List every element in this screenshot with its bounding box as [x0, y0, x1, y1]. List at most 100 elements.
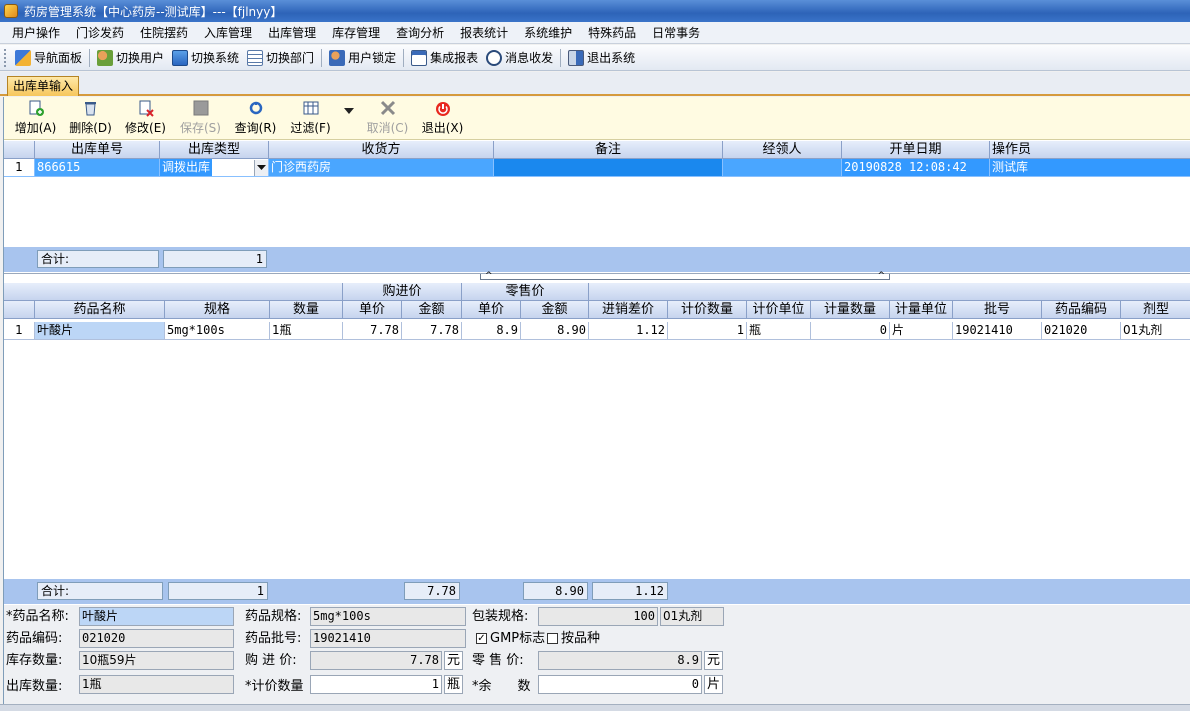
purchase-amount-cell[interactable]: 7.78 [402, 322, 462, 340]
drug-name-field[interactable]: 叶酸片 [79, 607, 234, 626]
column-header[interactable]: 备注 [494, 141, 723, 158]
message-button[interactable]: 消息收发 [482, 47, 557, 69]
column-header[interactable]: 出库单号 [35, 141, 160, 158]
code-field[interactable]: 021020 [79, 629, 234, 648]
exit-system-button[interactable]: 退出系统 [564, 47, 639, 69]
toolbar-grip[interactable] [4, 48, 7, 67]
drug-code-cell[interactable]: 021020 [1042, 322, 1121, 340]
filter-dropdown-button[interactable] [338, 99, 360, 139]
pack-label: 包装规格: [472, 609, 529, 624]
retail-amount-cell[interactable]: 8.90 [521, 322, 589, 340]
purchase-label: 购 进 价: [245, 653, 297, 668]
gmp-checkbox[interactable]: ✓ [476, 633, 487, 644]
operator-cell[interactable]: 测试库 [990, 159, 1190, 177]
column-header[interactable]: 开单日期 [842, 141, 990, 158]
menu-inventory[interactable]: 库存管理 [324, 23, 388, 43]
menu-stock-in[interactable]: 入库管理 [196, 23, 260, 43]
column-header[interactable]: 计量单位 [890, 301, 953, 318]
column-header[interactable]: 操作员 [990, 141, 1190, 158]
column-header[interactable]: 金额 [402, 301, 462, 318]
column-header[interactable]: 收货方 [269, 141, 494, 158]
spec-field[interactable]: 5mg*100s [310, 607, 466, 626]
group-purchase-header: 购进价 [343, 283, 462, 301]
panel-splitter[interactable]: ^ ^ [4, 271, 1190, 281]
column-header[interactable]: 规格 [165, 301, 270, 318]
retail-price-cell[interactable]: 8.9 [462, 322, 521, 340]
price-unit-cell[interactable]: 瓶 [747, 322, 811, 340]
save-button[interactable]: 保存(S) [173, 99, 228, 139]
tab-strip: 出库单输入 [0, 72, 1190, 96]
stock-field[interactable]: 10瓶59片 [79, 651, 234, 670]
splitter-handle[interactable]: ^ ^ [480, 271, 890, 281]
menu-system[interactable]: 系统维护 [516, 23, 580, 43]
menu-query[interactable]: 查询分析 [388, 23, 452, 43]
price-qty-cell[interactable]: 1 [668, 322, 747, 340]
by-variety-label: 按品种 [561, 631, 601, 646]
order-row[interactable]: 1 866615 调拨出库 门诊西药房 20190828 12:08:42 测试… [4, 159, 1190, 177]
price-diff-cell[interactable]: 1.12 [589, 322, 668, 340]
column-header[interactable]: 药品编码 [1042, 301, 1121, 318]
column-header[interactable]: 计价单位 [747, 301, 811, 318]
column-header[interactable]: 剂型 [1121, 301, 1190, 318]
column-header[interactable]: 出库类型 [160, 141, 269, 158]
menu-special[interactable]: 特殊药品 [580, 23, 644, 43]
spec-cell[interactable]: 5mg*100s [165, 322, 270, 340]
filter-button[interactable]: 过滤(F) [283, 99, 338, 139]
cancel-button[interactable]: 取消(C) [360, 99, 415, 139]
measure-unit-cell[interactable]: 片 [890, 322, 953, 340]
user-lock-button[interactable]: 用户锁定 [325, 47, 400, 69]
by-variety-checkbox[interactable] [547, 633, 558, 644]
navigation-panel-button[interactable]: 导航面板 [11, 47, 86, 69]
retail-field[interactable]: 8.9 [538, 651, 702, 670]
column-header[interactable]: 计价数量 [668, 301, 747, 318]
pack-qty-field[interactable]: 100 [538, 607, 658, 626]
batch-field[interactable]: 19021410 [310, 629, 466, 648]
query-button[interactable]: 查询(R) [228, 99, 283, 139]
out-qty-field[interactable]: 1瓶 [79, 675, 234, 694]
price-qty-field[interactable]: 1 [310, 675, 442, 694]
total-price-diff: 1.12 [592, 582, 668, 600]
menu-reports[interactable]: 报表统计 [452, 23, 516, 43]
column-header[interactable]: 经领人 [723, 141, 842, 158]
menu-daily[interactable]: 日常事务 [644, 23, 708, 43]
tab-stock-out-entry[interactable]: 出库单输入 [7, 76, 80, 96]
drug-row[interactable]: 1 叶酸片 5mg*100s 1瓶 7.78 7.78 8.9 8.90 1.1… [4, 322, 1190, 340]
chevron-down-icon[interactable] [254, 159, 268, 176]
switch-department-button[interactable]: 切换部门 [243, 47, 318, 69]
receiver-cell[interactable]: 门诊西药房 [269, 159, 494, 177]
pack-form-field[interactable]: 01丸剂 [660, 607, 724, 626]
column-header[interactable]: 药品名称 [35, 301, 165, 318]
menu-stock-out[interactable]: 出库管理 [260, 23, 324, 43]
handler-cell[interactable] [723, 159, 842, 177]
add-button[interactable]: 增加(A) [8, 99, 63, 139]
column-header[interactable]: 计量数量 [811, 301, 890, 318]
menu-inpatient[interactable]: 住院摆药 [132, 23, 196, 43]
modify-button[interactable]: 修改(E) [118, 99, 173, 139]
column-header[interactable]: 单价 [462, 301, 521, 318]
drug-name-cell[interactable]: 叶酸片 [35, 322, 165, 340]
menu-user-ops[interactable]: 用户操作 [4, 23, 68, 43]
quantity-cell[interactable]: 1瓶 [270, 322, 343, 340]
delete-button[interactable]: 删除(D) [63, 99, 118, 139]
dosage-form-cell[interactable]: 01丸剂 [1121, 322, 1190, 340]
column-header[interactable]: 单价 [343, 301, 402, 318]
switch-user-button[interactable]: 切换用户 [93, 47, 168, 69]
batch-cell[interactable]: 19021410 [953, 322, 1042, 340]
column-header[interactable]: 进销差价 [589, 301, 668, 318]
exit-button[interactable]: 退出(X) [415, 99, 470, 139]
exit-system-icon [568, 49, 585, 66]
integrated-report-button[interactable]: 集成报表 [407, 47, 482, 69]
column-header[interactable]: 批号 [953, 301, 1042, 318]
remark-cell[interactable] [494, 159, 723, 177]
menu-outpatient[interactable]: 门诊发药 [68, 23, 132, 43]
purchase-field[interactable]: 7.78 [310, 651, 442, 670]
purchase-price-cell[interactable]: 7.78 [343, 322, 402, 340]
order-date-cell[interactable]: 20190828 12:08:42 [842, 159, 990, 177]
measure-qty-cell[interactable]: 0 [811, 322, 890, 340]
order-type-select[interactable]: 调拨出库 [160, 159, 269, 177]
column-header[interactable]: 金额 [521, 301, 589, 318]
order-no-cell[interactable]: 866615 [35, 159, 160, 177]
switch-system-button[interactable]: 切换系统 [168, 47, 243, 69]
column-header[interactable]: 数量 [270, 301, 343, 318]
remain-field[interactable]: 0 [538, 675, 702, 694]
